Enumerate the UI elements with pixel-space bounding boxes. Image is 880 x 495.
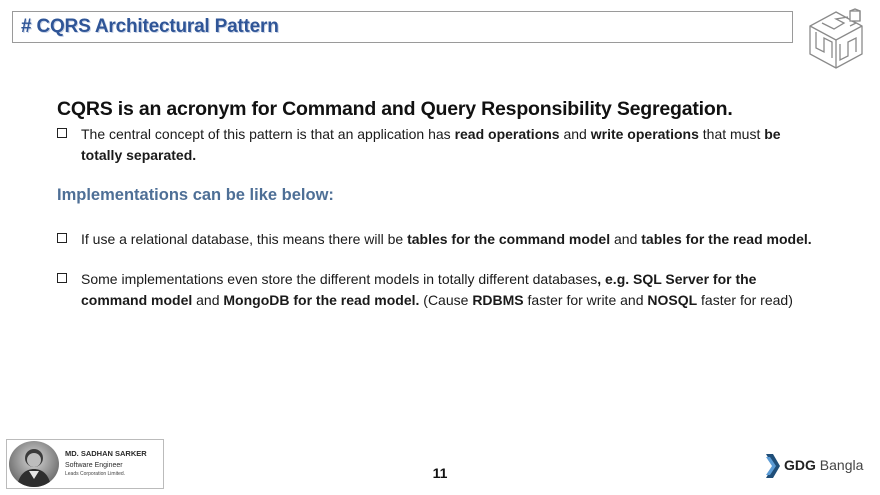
author-card: MD. SADHAN SARKER Software Engineer Lead…: [6, 439, 164, 489]
gdg-brand-text: GDG Bangla: [784, 457, 864, 473]
checkbox-bullet-icon: [57, 273, 67, 283]
checkbox-bullet-icon: [57, 233, 67, 243]
headline: CQRS is an acronym for Command and Query…: [57, 98, 733, 120]
checkbox-bullet-icon: [57, 128, 67, 138]
slide-title-box: # CQRS Architectural Pattern: [12, 11, 793, 43]
cube-maze-logo-icon: [809, 8, 863, 69]
page-number: 11: [432, 465, 448, 481]
bullet-item-3: Some implementations even store the diff…: [57, 269, 817, 311]
bullet-item-2: If use a relational database, this means…: [57, 229, 817, 250]
author-name: MD. SADHAN SARKER: [65, 449, 147, 458]
gdg-bangla-logo: GDG Bangla: [766, 453, 876, 479]
gdg-chevron-icon: [766, 454, 780, 478]
bullet-1-text: The central concept of this pattern is t…: [81, 126, 781, 163]
slide-title: # CQRS Architectural Pattern: [21, 16, 279, 37]
bullet-3-text: Some implementations even store the diff…: [81, 271, 793, 308]
bullet-2-text: If use a relational database, this means…: [81, 231, 812, 247]
bullet-item-1: The central concept of this pattern is t…: [57, 124, 817, 166]
section-subheading: Implementations can be like below:: [57, 186, 334, 204]
